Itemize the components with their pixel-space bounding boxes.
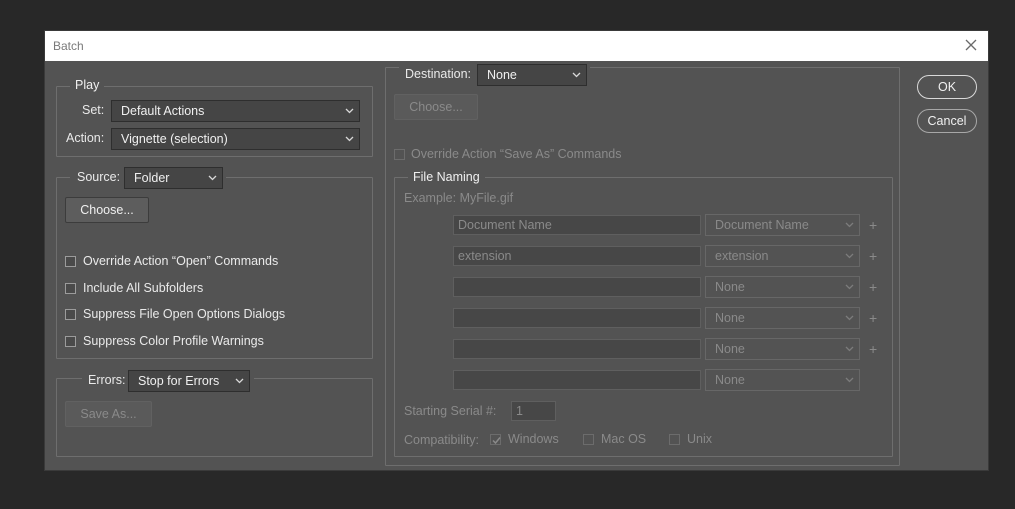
- set-label: Set:: [82, 103, 105, 117]
- override-save-as-label: Override Action “Save As” Commands: [411, 147, 622, 161]
- naming-field-4[interactable]: [453, 308, 701, 328]
- action-value: Vignette (selection): [121, 132, 228, 146]
- naming-field-2[interactable]: extension: [453, 246, 701, 266]
- destination-select[interactable]: None: [477, 64, 587, 86]
- destination-label: Destination:: [405, 67, 472, 81]
- chevron-down-icon: [572, 72, 581, 78]
- add-naming-row-icon[interactable]: +: [869, 249, 877, 263]
- naming-field-5[interactable]: [453, 339, 701, 359]
- errors-label: Errors:: [88, 373, 126, 387]
- action-label: Action:: [66, 131, 105, 145]
- naming-select-1[interactable]: Document Name: [705, 214, 860, 236]
- naming-field-3[interactable]: [453, 277, 701, 297]
- add-naming-row-icon[interactable]: +: [869, 311, 877, 325]
- naming-select-2[interactable]: extension: [705, 245, 860, 267]
- ok-button[interactable]: OK: [917, 75, 977, 99]
- errors-save-as-button[interactable]: Save As...: [65, 401, 152, 427]
- source-label: Source:: [77, 170, 121, 184]
- suppress-open-options-checkbox[interactable]: [65, 309, 76, 320]
- override-open-checkbox[interactable]: [65, 256, 76, 267]
- action-select[interactable]: Vignette (selection): [111, 128, 360, 150]
- chevron-down-icon: [345, 136, 354, 142]
- compat-unix-checkbox[interactable]: [669, 434, 680, 445]
- destination-choose-button[interactable]: Choose...: [394, 94, 478, 120]
- naming-field-6[interactable]: [453, 370, 701, 390]
- window-title: Batch: [53, 39, 84, 53]
- starting-serial-field[interactable]: 1: [511, 401, 556, 421]
- suppress-color-warnings-label: Suppress Color Profile Warnings: [83, 334, 264, 348]
- naming-select-5-value: None: [715, 342, 745, 356]
- chevron-down-icon: [845, 346, 854, 352]
- close-icon[interactable]: [962, 36, 980, 54]
- naming-select-2-value: extension: [715, 249, 769, 263]
- naming-select-4[interactable]: None: [705, 307, 860, 329]
- source-value: Folder: [134, 171, 170, 185]
- include-subfolders-checkbox[interactable]: [65, 283, 76, 294]
- suppress-open-options-label: Suppress File Open Options Dialogs: [83, 307, 286, 321]
- naming-field-1[interactable]: Document Name: [453, 215, 701, 235]
- compat-windows-label: Windows: [508, 432, 559, 446]
- compat-windows-checkbox[interactable]: [490, 434, 501, 445]
- compat-macos-checkbox[interactable]: [583, 434, 594, 445]
- compatibility-label: Compatibility:: [404, 433, 480, 447]
- errors-select[interactable]: Stop for Errors: [128, 370, 250, 392]
- chevron-down-icon: [845, 315, 854, 321]
- set-value: Default Actions: [121, 104, 205, 118]
- set-select[interactable]: Default Actions: [111, 100, 360, 122]
- naming-select-6[interactable]: None: [705, 369, 860, 391]
- destination-value: None: [487, 68, 517, 82]
- add-naming-row-icon[interactable]: +: [869, 342, 877, 356]
- chevron-down-icon: [235, 378, 244, 384]
- errors-value: Stop for Errors: [138, 374, 220, 388]
- suppress-color-warnings-checkbox[interactable]: [65, 336, 76, 347]
- naming-select-3[interactable]: None: [705, 276, 860, 298]
- chevron-down-icon: [845, 222, 854, 228]
- cancel-button[interactable]: Cancel: [917, 109, 977, 133]
- chevron-down-icon: [345, 108, 354, 114]
- naming-select-6-value: None: [715, 373, 745, 387]
- title-bar: Batch: [45, 31, 988, 61]
- file-naming-legend: File Naming: [408, 170, 485, 184]
- chevron-down-icon: [208, 175, 217, 181]
- starting-serial-label: Starting Serial #:: [404, 404, 497, 418]
- override-open-label: Override Action “Open” Commands: [83, 254, 279, 268]
- add-naming-row-icon[interactable]: +: [869, 218, 877, 232]
- compat-macos-label: Mac OS: [601, 432, 647, 446]
- naming-select-3-value: None: [715, 280, 745, 294]
- checkmark-icon: [492, 437, 501, 445]
- naming-select-1-value: Document Name: [715, 218, 809, 232]
- chevron-down-icon: [845, 284, 854, 290]
- batch-dialog: Batch Play Set: Default Actions Action: …: [44, 30, 989, 471]
- include-subfolders-label: Include All Subfolders: [83, 281, 204, 295]
- naming-select-4-value: None: [715, 311, 745, 325]
- chevron-down-icon: [845, 253, 854, 259]
- compat-unix-label: Unix: [687, 432, 713, 446]
- source-select[interactable]: Folder: [124, 167, 223, 189]
- chevron-down-icon: [845, 377, 854, 383]
- naming-select-5[interactable]: None: [705, 338, 860, 360]
- source-choose-button[interactable]: Choose...: [65, 197, 149, 223]
- override-save-as-checkbox[interactable]: [394, 149, 405, 160]
- play-legend: Play: [70, 78, 105, 92]
- file-naming-example: Example: MyFile.gif: [404, 191, 514, 205]
- add-naming-row-icon[interactable]: +: [869, 280, 877, 294]
